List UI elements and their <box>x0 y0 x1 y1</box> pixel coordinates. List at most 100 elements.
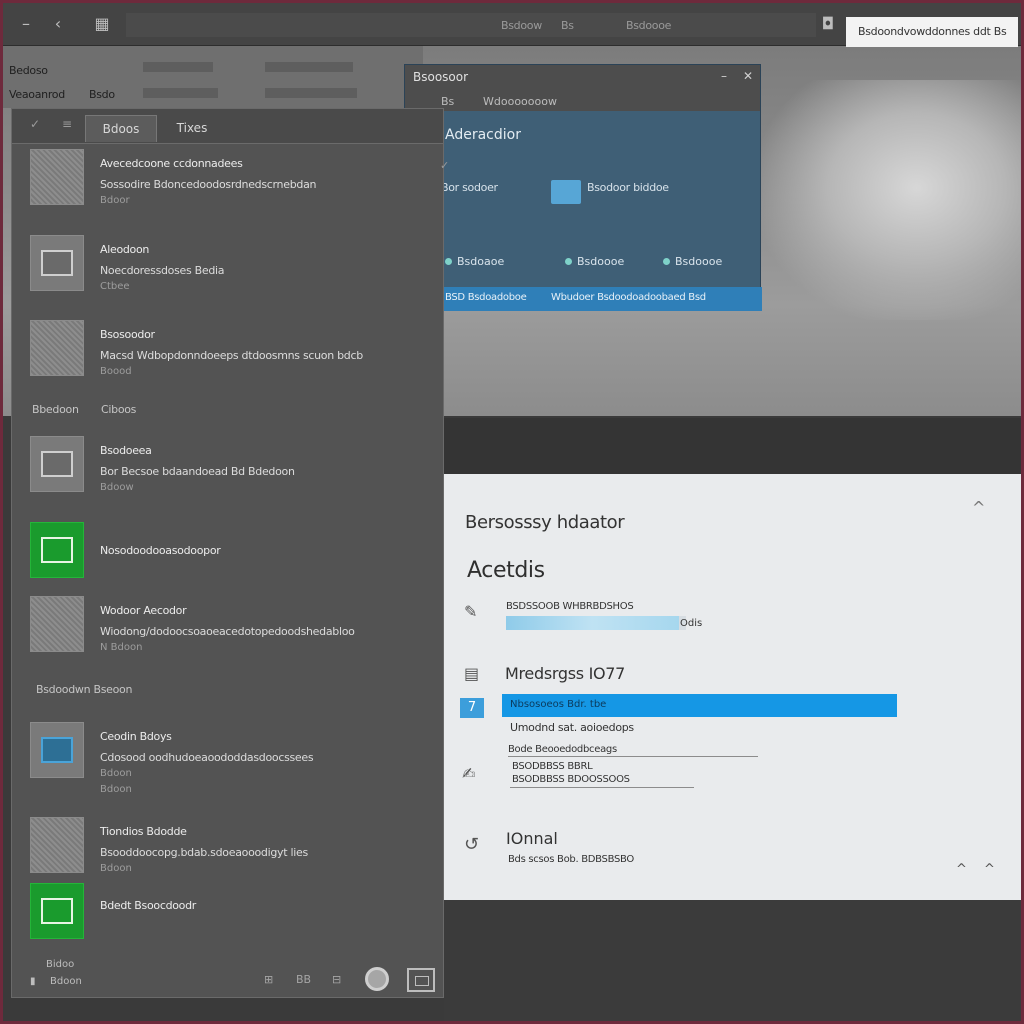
item-description: Bsooddoocopg.bdab.sdoeaooodigyt lies <box>100 846 308 859</box>
field-2[interactable]: BSODBBSS BBRL <box>512 761 593 772</box>
pen-icon: ✎ <box>464 602 478 621</box>
item-subtitle: Ctbee <box>100 281 130 292</box>
bold-icon[interactable]: BB <box>296 973 311 986</box>
list-item[interactable]: Tiondios Bdodde Bsooddoocopg.bdab.sdoeao… <box>30 817 430 887</box>
link-label: Bsdoooe <box>675 255 723 268</box>
item-subtitle: Bdoon <box>100 784 132 795</box>
list-item[interactable]: Ceodin Bdoys Cdosood oodhudoeaoododdasdo… <box>30 722 430 795</box>
address-text-2: Bs <box>561 19 574 32</box>
footer-line-1: Bidoo <box>46 959 75 970</box>
window-icon[interactable] <box>407 968 435 992</box>
settings-panel: Bersosssy hdaator ^ Acetdis ✎ BSDSSOOB W… <box>444 474 1021 900</box>
item-title: Nosodoodooasodoopor <box>100 544 221 557</box>
item-thumbnail <box>30 522 84 578</box>
toggle-button[interactable] <box>365 967 389 991</box>
window-link-3[interactable]: Bsdoooe <box>663 255 722 268</box>
item-description: Bor Becsoe bdaandoead Bd Bdedoon <box>100 465 295 478</box>
row-note: Umodnd sat. aoioedops <box>510 721 634 734</box>
screen-icon <box>41 737 73 763</box>
search-input[interactable]: Bsdoondvowddonnes ddt Bs <box>846 17 1018 47</box>
window-close-icon[interactable]: ✕ <box>743 69 753 83</box>
folder-label[interactable]: Bsodoor biddoe <box>587 181 669 194</box>
item-subtitle: Bdoow <box>100 482 134 493</box>
item-title: Aleodoon <box>100 243 150 256</box>
list-item[interactable]: Nosodoodooasodoopor <box>30 522 430 592</box>
app-icon <box>41 898 73 924</box>
window-minimize-icon[interactable]: – <box>721 69 727 83</box>
desktop-wallpaper-haze <box>760 80 1021 320</box>
window-link-1[interactable]: Bsdoaoe <box>445 255 504 268</box>
check-icon: ✓ <box>440 159 450 172</box>
chevron-icon[interactable]: ^ <box>984 862 995 877</box>
item-title: Bsosoodor <box>100 328 155 341</box>
window-tab-2[interactable]: Wdooooooow <box>483 95 557 108</box>
tab-2[interactable]: Tixes <box>157 115 227 141</box>
item-thumbnail <box>30 883 84 939</box>
section-label: Bbedoon <box>32 403 79 416</box>
address-bar[interactable]: Bsdoow Bs Bsdoooe <box>126 13 816 37</box>
window-tab-1[interactable]: Bs <box>441 95 454 108</box>
grid-icon[interactable]: ▦ <box>91 13 113 35</box>
item-description: Macsd Wdbopdonndoeeps dtdoosmns scuon bd… <box>100 349 363 362</box>
list-item[interactable]: Bsodoeea Bor Becsoe bdaandoead Bd Bdedoo… <box>30 436 430 506</box>
link-label: Bsdoooe <box>577 255 625 268</box>
item-title: Ceodin Bdoys <box>100 730 172 743</box>
minimize-icon[interactable]: – <box>15 13 37 35</box>
list-item[interactable]: Bdedt Bsoocdoodr <box>30 883 430 953</box>
panel-tabs: ✓ ≡ Bdoos Tixes <box>12 109 443 144</box>
item-title: Tiondios Bdodde <box>100 825 187 838</box>
item-subtitle: Bdoor <box>100 195 130 206</box>
chevron-up-icon[interactable]: ^ <box>956 862 967 877</box>
lower-dark-bar <box>444 418 1021 474</box>
item-description: Sossodire Bdoncedoodosrdnedscrnebdan <box>100 178 317 191</box>
item-thumbnail <box>30 436 84 492</box>
item-thumbnail <box>30 722 84 778</box>
item-title: Bsodoeea <box>100 444 152 457</box>
item-subtitle: N Bdoon <box>100 642 143 653</box>
link-label: Bsdoaoe <box>457 255 505 268</box>
field-underline <box>508 756 758 757</box>
list-item[interactable]: Avecedcoone ccdonnadees Sossodire Bdonce… <box>30 149 449 219</box>
footer-line-2: Bdoon <box>50 976 82 987</box>
field-underline <box>510 787 694 788</box>
item-subtitle: Boood <box>100 366 132 377</box>
item-title: Wodoor Aecodor <box>100 604 187 617</box>
item-description: Cdosood oodhudoeaoododdasdoocssees <box>100 751 314 764</box>
lock-icon: ▮ <box>30 976 36 987</box>
strip-text-2: Veaoanrod <box>9 88 65 101</box>
collapse-chevron-icon[interactable]: ^ <box>972 498 985 517</box>
back-icon[interactable]: ‹ <box>47 13 69 35</box>
strip-text-1: Bedoso <box>9 64 48 77</box>
list-item[interactable]: Wodoor Aecodor Wiodong/dodoocsoaoeacedot… <box>30 596 430 666</box>
signature-icon: ✍ <box>462 764 476 783</box>
panel-menu-icon[interactable]: ≡ <box>62 117 72 131</box>
window-link-2[interactable]: Bsdoooe <box>565 255 624 268</box>
settings-title: Bersosssy hdaator <box>465 512 625 533</box>
film-icon: ▤ <box>464 664 480 683</box>
tab-1[interactable]: Bdoos <box>85 115 157 142</box>
item-title: Bdedt Bsoocdoodr <box>100 899 197 912</box>
shield-icon[interactable]: ◘ <box>817 13 839 35</box>
item-title: Avecedcoone ccdonnadees <box>100 157 243 170</box>
item-thumbnail <box>30 596 84 652</box>
list-item[interactable]: Bsosoodor Macsd Wdbopdonndoeeps dtdoosmn… <box>30 320 430 390</box>
field-3[interactable]: BSODBBSS BDOOSSOOS <box>512 774 630 785</box>
link-dot-icon <box>663 258 670 265</box>
window-heading: Aderacdior <box>445 127 521 143</box>
strip-text-3: Bsdo <box>89 88 115 101</box>
panel-check-icon[interactable]: ✓ <box>30 117 40 131</box>
progress-value: Odis <box>680 618 703 629</box>
window-label: Bor sodoer <box>441 181 498 194</box>
selected-row[interactable]: Nbsosoeos Bdr. tbe <box>502 694 897 717</box>
grid-icon[interactable]: ⊞ <box>264 973 273 986</box>
selected-row-label: Nbsosoeos Bdr. tbe <box>510 699 607 710</box>
status-left: BSD Bsdoadoboe <box>445 292 527 303</box>
item-description: Noecdoressdoses Bedia <box>100 264 225 277</box>
window-icon <box>41 250 73 276</box>
window-status-bar: BSD Bsdoadoboe Wbudoer Bsdoodoadoobaed B… <box>441 287 762 311</box>
folder-icon[interactable] <box>551 180 581 204</box>
left-panel: ✓ ≡ Bdoos Tixes Avecedcoone ccdonnadees … <box>11 108 449 998</box>
field-1[interactable]: Bode Beooedodbceags <box>508 744 617 755</box>
layout-icon[interactable]: ⊟ <box>332 973 341 986</box>
list-item[interactable]: Aleodoon Noecdoressdoses Bedia Ctbee <box>30 235 430 305</box>
